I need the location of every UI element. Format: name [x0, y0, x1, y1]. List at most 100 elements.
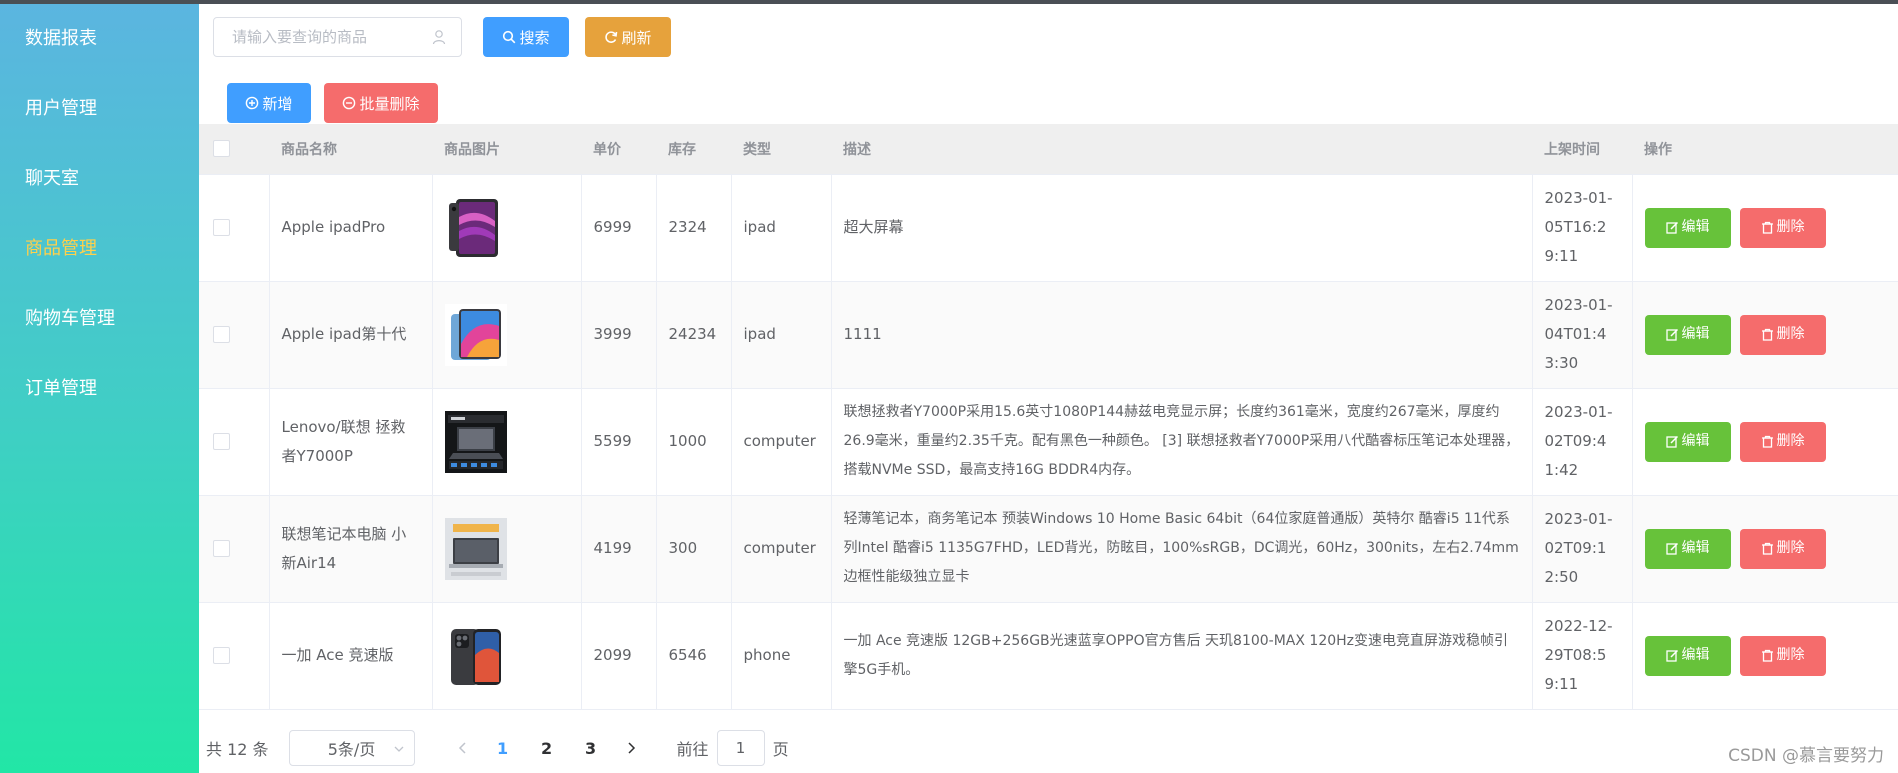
- batch-delete-button[interactable]: 批量删除: [324, 83, 438, 123]
- minus-circle-icon: [343, 96, 356, 110]
- column-header-time: 上架时间: [1532, 124, 1632, 175]
- row-checkbox[interactable]: [213, 326, 230, 343]
- product-time: 2023-01-04T01:43:30: [1532, 281, 1633, 389]
- product-stock: 6546: [656, 602, 732, 710]
- edit-button-label: 编辑: [1681, 219, 1710, 235]
- page-number-2[interactable]: 2: [525, 739, 569, 758]
- add-button-label: 新增: [262, 94, 293, 113]
- goto-page-input[interactable]: [716, 730, 765, 766]
- delete-button[interactable]: 删除: [1739, 421, 1826, 462]
- watermark: CSDN @慕言要努力: [1728, 746, 1884, 766]
- goto-suffix: 页: [772, 740, 789, 759]
- product-price: 2099: [581, 602, 657, 710]
- edit-button[interactable]: 编辑: [1644, 528, 1731, 569]
- sidebar-item-order-management[interactable]: 订单管理: [0, 354, 199, 424]
- refresh-button[interactable]: 刷新: [585, 17, 671, 57]
- product-type: ipad: [731, 281, 832, 389]
- product-price: 3999: [581, 281, 657, 389]
- prev-page-button[interactable]: [445, 730, 481, 766]
- product-type: computer: [731, 388, 832, 496]
- refresh-icon: [605, 31, 618, 43]
- edit-icon: [1665, 435, 1678, 448]
- trash-icon: [1761, 328, 1773, 341]
- goto-prefix: 前往: [676, 740, 709, 759]
- product-price: 6999: [581, 174, 657, 282]
- product-description: 联想拯救者Y7000P采用15.6英寸1080P144赫兹电竞显示屏；长度约36…: [831, 388, 1533, 496]
- add-button[interactable]: 新增: [227, 83, 311, 123]
- product-name: Lenovo/联想 拯救者Y7000P: [269, 388, 433, 496]
- next-page-button[interactable]: [613, 730, 649, 766]
- trash-icon: [1761, 435, 1773, 448]
- search-field[interactable]: [213, 17, 462, 57]
- edit-icon: [1665, 542, 1678, 555]
- edit-button[interactable]: 编辑: [1644, 421, 1731, 462]
- edit-button[interactable]: 编辑: [1644, 207, 1731, 248]
- search-button[interactable]: 搜索: [483, 17, 569, 57]
- product-description: 轻薄笔记本，商务笔记本 预装Windows 10 Home Basic 64bi…: [831, 495, 1533, 603]
- product-name: Apple ipad第十代: [269, 281, 433, 389]
- sidebar-item-data-report[interactable]: 数据报表: [0, 4, 199, 74]
- delete-button-label: 删除: [1776, 433, 1805, 449]
- page-number-1[interactable]: 1: [481, 739, 525, 758]
- sidebar-item-chat-room[interactable]: 聊天室: [0, 144, 199, 214]
- search-input[interactable]: [214, 18, 424, 56]
- product-name: 一加 Ace 竞速版: [269, 602, 433, 710]
- sidebar-item-user-management[interactable]: 用户管理: [0, 74, 199, 144]
- edit-button-label: 编辑: [1681, 647, 1710, 663]
- edit-button-label: 编辑: [1681, 540, 1710, 556]
- edit-button-label: 编辑: [1681, 326, 1710, 342]
- chevron-left-icon: [458, 742, 466, 754]
- delete-button[interactable]: 删除: [1739, 635, 1826, 676]
- delete-button[interactable]: 删除: [1739, 314, 1826, 355]
- delete-button[interactable]: 删除: [1739, 528, 1826, 569]
- product-description: 一加 Ace 竞速版 12GB+256GB光速蓝享OPPO官方售后 天玑8100…: [831, 602, 1533, 710]
- product-stock: 1000: [656, 388, 732, 496]
- row-checkbox[interactable]: [213, 540, 230, 557]
- column-header-stock: 库存: [656, 124, 731, 175]
- search-button-label: 搜索: [519, 28, 550, 47]
- product-name: Apple ipadPro: [269, 174, 433, 282]
- table-row: 联想笔记本电脑 小新Air14 4199 300 computer 轻薄笔记本，…: [199, 495, 1898, 603]
- product-stock: 24234: [656, 281, 732, 389]
- trash-icon: [1761, 221, 1773, 234]
- table-row: Apple ipadPro 6999 2324 ipad 超大屏幕 2023-0…: [199, 174, 1898, 282]
- product-table: 商品名称 商品图片 单价 库存 类型 描述 上架时间 操作 Apple ipad…: [199, 124, 1898, 710]
- edit-button[interactable]: 编辑: [1644, 314, 1731, 355]
- product-stock: 300: [656, 495, 732, 603]
- row-checkbox[interactable]: [213, 433, 230, 450]
- table-header-row: 商品名称 商品图片 单价 库存 类型 描述 上架时间 操作: [199, 124, 1898, 175]
- select-all-checkbox[interactable]: [213, 140, 230, 158]
- goto-page: 前往 页: [677, 730, 789, 766]
- row-checkbox[interactable]: [213, 219, 230, 236]
- edit-button[interactable]: 编辑: [1644, 635, 1731, 676]
- oneplus-phone-image: [450, 628, 501, 685]
- xiaoxin-laptop-image: [444, 517, 507, 580]
- table-row: 一加 Ace 竞速版 2099 6546 phone 一加 Ace 竞速版 12…: [199, 602, 1898, 710]
- page-size-select[interactable]: 5条/页: [288, 730, 415, 766]
- ipad-pro-image: [448, 198, 498, 257]
- pagination: 共 12 条 5条/页 1 2 3 前往 页: [206, 730, 789, 766]
- column-header-image: 商品图片: [432, 124, 581, 175]
- product-price: 4199: [581, 495, 657, 603]
- column-header-actions: 操作: [1632, 124, 1898, 175]
- lenovo-laptop-image: [444, 410, 507, 473]
- product-type: computer: [731, 495, 832, 603]
- page-number-3[interactable]: 3: [569, 739, 613, 758]
- product-time: 2023-01-02T09:12:50: [1532, 495, 1633, 603]
- product-time: 2022-12-29T08:59:11: [1532, 602, 1633, 710]
- sidebar-item-cart-management[interactable]: 购物车管理: [0, 284, 199, 354]
- column-header-price: 单价: [581, 124, 656, 175]
- ipad-10-image: [444, 303, 507, 366]
- sidebar: 数据报表 用户管理 聊天室 商品管理 购物车管理 订单管理: [0, 4, 199, 773]
- page-size-value: 5条/页: [327, 740, 376, 759]
- product-description: 1111: [831, 281, 1533, 389]
- product-time: 2023-01-05T16:29:11: [1532, 174, 1633, 282]
- row-checkbox[interactable]: [213, 647, 230, 664]
- edit-icon: [1665, 221, 1678, 234]
- delete-button-label: 删除: [1776, 540, 1805, 556]
- sidebar-item-product-management[interactable]: 商品管理: [0, 214, 199, 284]
- product-type: ipad: [731, 174, 832, 282]
- edit-icon: [1665, 328, 1678, 341]
- table-row: Apple ipad第十代 3999 24234 ipad 1111 2023-…: [199, 281, 1898, 389]
- delete-button[interactable]: 删除: [1739, 207, 1826, 248]
